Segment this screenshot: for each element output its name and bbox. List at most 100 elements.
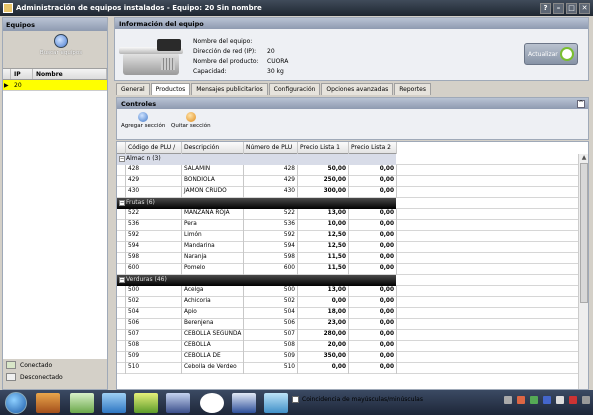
cell-precio1[interactable]: 13,00 <box>298 209 349 220</box>
maximize-button[interactable]: □ <box>566 2 577 14</box>
cell-precio1[interactable]: 50,00 <box>298 165 349 176</box>
cell-codigo[interactable]: 510 <box>126 363 182 374</box>
device-row[interactable]: ▶ 20 <box>3 80 107 91</box>
cell-descripcion[interactable]: Pomelo <box>182 264 244 275</box>
cell-precio1[interactable]: 11,50 <box>298 253 349 264</box>
table-row[interactable]: 429 BONDIOLA 429 250,00 0,00 <box>117 176 579 187</box>
table-row[interactable]: 504 Apio 504 18,00 0,00 <box>117 308 579 319</box>
cell-codigo[interactable]: 430 <box>126 187 182 198</box>
cell-numero[interactable]: 592 <box>244 231 298 242</box>
cell-numero[interactable]: 598 <box>244 253 298 264</box>
tray-icon[interactable] <box>582 396 590 404</box>
cell-codigo[interactable]: 600 <box>126 264 182 275</box>
tab-opciones[interactable]: Opciones avanzadas <box>321 83 394 95</box>
case-sensitive-checkbox[interactable] <box>292 396 299 403</box>
search-devices-button[interactable]: Buscar equipos <box>31 34 91 64</box>
cell-precio2[interactable]: 0,00 <box>349 319 397 330</box>
collapse-group-icon[interactable]: − <box>119 277 125 283</box>
cell-precio1[interactable]: 20,00 <box>298 341 349 352</box>
table-row[interactable]: 502 Achicoria 502 0,00 0,00 <box>117 297 579 308</box>
table-row[interactable]: 507 CEBOLLA SEGUNDA 507 280,00 0,00 <box>117 330 579 341</box>
cell-numero[interactable]: 507 <box>244 330 298 341</box>
cell-descripcion[interactable]: Mandarina <box>182 242 244 253</box>
cell-codigo[interactable]: 598 <box>126 253 182 264</box>
remove-section-button[interactable]: Quitar sección <box>171 112 211 129</box>
table-row[interactable]: 508 CEBOLLA 508 20,00 0,00 <box>117 341 579 352</box>
cell-descripcion[interactable]: Berenjena <box>182 319 244 330</box>
cell-numero[interactable]: 522 <box>244 209 298 220</box>
group-row[interactable]: − Verduras (46) <box>117 275 579 286</box>
cell-codigo[interactable]: 428 <box>126 165 182 176</box>
cell-numero[interactable]: 428 <box>244 165 298 176</box>
column-header-ip[interactable]: IP <box>11 69 33 79</box>
column-header-precio2[interactable]: Precio Lista 2 <box>349 142 397 154</box>
table-row[interactable]: 598 Naranja 598 11,50 0,00 <box>117 253 579 264</box>
table-row[interactable]: 522 MANZANA ROJA 522 13,00 0,00 <box>117 209 579 220</box>
cell-descripcion[interactable]: Apio <box>182 308 244 319</box>
cell-precio2[interactable]: 0,00 <box>349 209 397 220</box>
tray-icon[interactable] <box>556 396 564 404</box>
cell-codigo[interactable]: 594 <box>126 242 182 253</box>
cell-descripcion[interactable]: CEBOLLA DE <box>182 352 244 363</box>
column-header-numero[interactable]: Número de PLU <box>244 142 298 154</box>
table-row[interactable]: 506 Berenjena 506 23,00 0,00 <box>117 319 579 330</box>
cell-precio2[interactable]: 0,00 <box>349 165 397 176</box>
cell-descripcion[interactable]: MANZANA ROJA <box>182 209 244 220</box>
tab-configuracion[interactable]: Configuración <box>268 83 321 95</box>
scroll-thumb[interactable] <box>580 163 588 303</box>
cell-precio1[interactable]: 23,00 <box>298 319 349 330</box>
cell-descripcion[interactable]: Acelga <box>182 286 244 297</box>
table-row[interactable]: 594 Mandarina 594 12,50 0,00 <box>117 242 579 253</box>
help-button[interactable]: ? <box>540 2 551 14</box>
table-row[interactable]: 500 Acelga 500 13,00 0,00 <box>117 286 579 297</box>
cell-precio2[interactable]: 0,00 <box>349 176 397 187</box>
table-row[interactable]: 509 CEBOLLA DE 509 350,00 0,00 <box>117 352 579 363</box>
group-row[interactable]: − Almac n (3) <box>117 154 579 165</box>
column-header-precio1[interactable]: Precio Lista 1 <box>298 142 349 154</box>
cell-precio2[interactable]: 0,00 <box>349 308 397 319</box>
cell-precio1[interactable]: 10,00 <box>298 220 349 231</box>
close-button[interactable]: ✕ <box>579 2 590 14</box>
cell-precio2[interactable]: 0,00 <box>349 264 397 275</box>
cell-precio1[interactable]: 13,00 <box>298 286 349 297</box>
tray-icon[interactable] <box>530 396 538 404</box>
cell-precio2[interactable]: 0,00 <box>349 330 397 341</box>
cell-descripcion[interactable]: Naranja <box>182 253 244 264</box>
scroll-up-icon[interactable]: ▲ <box>579 154 588 162</box>
cell-codigo[interactable]: 500 <box>126 286 182 297</box>
cell-descripcion[interactable]: CEBOLLA <box>182 341 244 352</box>
column-header-codigo[interactable]: Código de PLU / <box>126 142 182 154</box>
cell-numero[interactable]: 536 <box>244 220 298 231</box>
minimize-button[interactable]: – <box>553 2 564 14</box>
vertical-scrollbar[interactable]: ▲ <box>578 154 588 389</box>
column-header-nombre[interactable]: Nombre <box>33 69 107 79</box>
cell-precio1[interactable]: 12,50 <box>298 242 349 253</box>
add-section-button[interactable]: Agregar sección <box>121 112 165 129</box>
cell-precio1[interactable]: 250,00 <box>298 176 349 187</box>
cell-precio1[interactable]: 300,00 <box>298 187 349 198</box>
cell-codigo[interactable]: 429 <box>126 176 182 187</box>
cell-codigo[interactable]: 506 <box>126 319 182 330</box>
tray-icon[interactable] <box>569 396 577 404</box>
taskbar-app-icon[interactable] <box>200 393 224 413</box>
table-row[interactable]: 430 JAMON CRUDO 430 300,00 0,00 <box>117 187 579 198</box>
collapse-icon[interactable]: ^ <box>577 100 585 108</box>
cell-numero[interactable]: 510 <box>244 363 298 374</box>
group-header[interactable]: − Frutas (6) <box>117 198 396 209</box>
cell-precio2[interactable]: 0,00 <box>349 352 397 363</box>
cell-precio1[interactable]: 280,00 <box>298 330 349 341</box>
cell-descripcion[interactable]: CEBOLLA SEGUNDA <box>182 330 244 341</box>
group-header[interactable]: − Almac n (3) <box>117 154 396 165</box>
cell-codigo[interactable]: 592 <box>126 231 182 242</box>
cell-numero[interactable]: 600 <box>244 264 298 275</box>
cell-precio2[interactable]: 0,00 <box>349 297 397 308</box>
cell-precio2[interactable]: 0,00 <box>349 363 397 374</box>
taskbar-app-icon[interactable] <box>166 393 190 413</box>
cell-numero[interactable]: 508 <box>244 341 298 352</box>
group-row[interactable]: − Frutas (6) <box>117 198 579 209</box>
taskbar-app-icon[interactable] <box>102 393 126 413</box>
cell-precio1[interactable]: 0,00 <box>298 297 349 308</box>
tray-icon[interactable] <box>504 396 512 404</box>
cell-precio1[interactable]: 18,00 <box>298 308 349 319</box>
taskbar-app-icon[interactable] <box>70 393 94 413</box>
